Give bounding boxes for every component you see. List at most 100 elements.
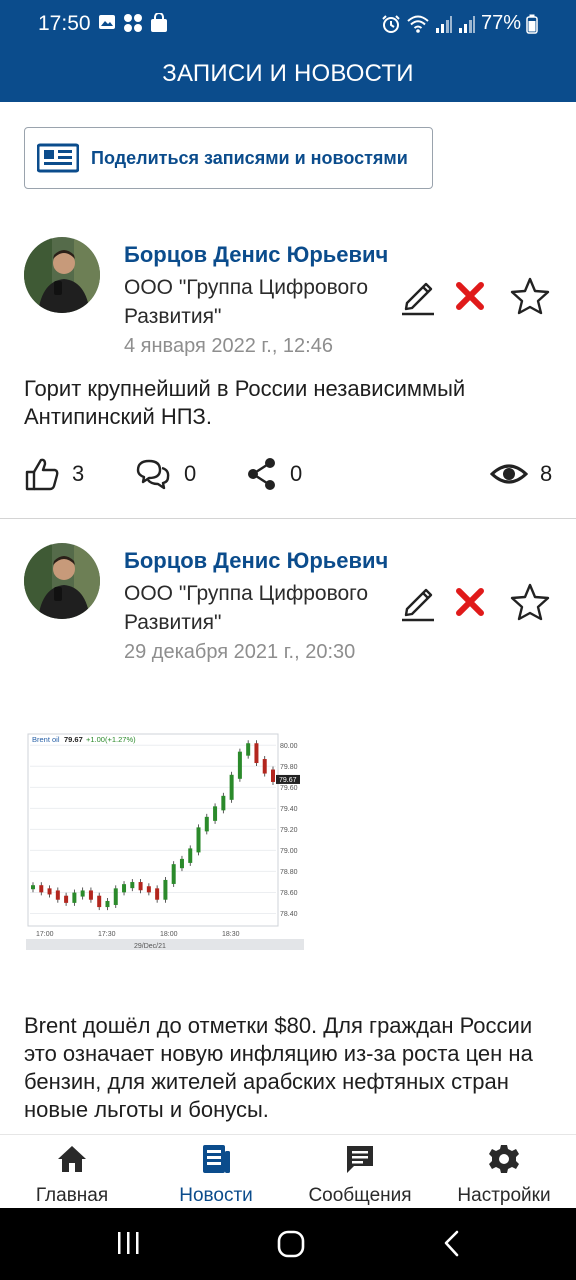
chart-candle	[196, 827, 201, 853]
comments-count: 0	[184, 461, 197, 486]
messages-icon	[347, 1146, 373, 1173]
recent-apps-icon[interactable]	[114, 1229, 144, 1259]
likes-stat[interactable]: 3	[24, 456, 84, 492]
gallery-icon	[99, 15, 115, 29]
chart-x-tick-label: 17:30	[98, 931, 116, 938]
home-button-icon[interactable]	[276, 1229, 306, 1259]
comments-stat[interactable]: 0	[134, 456, 196, 492]
nav-label: Сообщения	[308, 1185, 412, 1206]
like-icon	[25, 458, 59, 491]
battery-icon	[526, 14, 538, 34]
status-time: 17:50	[38, 12, 91, 35]
chart-candle	[262, 759, 267, 774]
post-divider	[0, 518, 576, 519]
chart-candle	[146, 886, 151, 893]
newspaper-icon	[37, 143, 79, 173]
chart-candle	[221, 795, 226, 811]
nav-item-settings[interactable]: Настройки	[432, 1135, 576, 1209]
news-icon	[203, 1145, 230, 1173]
chart-candle	[155, 888, 160, 900]
star-icon[interactable]	[510, 582, 550, 622]
chart-last-value: 79.67	[64, 735, 83, 744]
star-icon[interactable]	[510, 276, 550, 316]
chart-x-tick-label: 18:30	[222, 931, 240, 938]
share-news-button[interactable]: Поделиться записями и новостями	[24, 127, 433, 189]
status-bar: 17:50 77%	[0, 0, 576, 48]
settings-icon	[489, 1145, 519, 1173]
nav-label: Главная	[35, 1185, 109, 1206]
edit-icon[interactable]	[398, 583, 438, 623]
chart-candle	[122, 884, 127, 893]
post-text: Горит крупнейший в России независиммый А…	[24, 376, 466, 429]
chart-y-tick-label: 79.40	[280, 806, 298, 813]
share-news-label: Поделиться записями и новостями	[91, 147, 408, 168]
bag-icon	[151, 13, 167, 32]
chart-y-tick-label: 79.00	[280, 848, 298, 855]
chart-candle	[204, 816, 209, 832]
signal-2-icon	[458, 15, 475, 33]
share-icon	[248, 458, 275, 490]
chart-y-tick-label: 78.60	[280, 890, 298, 897]
delete-icon[interactable]	[450, 276, 490, 316]
chart-title: Brent oil	[32, 735, 60, 744]
chart-x-tick-label: 18:00	[160, 931, 178, 938]
delete-icon[interactable]	[450, 582, 490, 622]
alarm-icon	[382, 14, 400, 33]
comments-icon	[136, 459, 170, 490]
post-author[interactable]: Борцов Денис Юрьевич	[124, 548, 388, 574]
views-count: 8	[540, 461, 553, 486]
chart-y-tick-label: 80.00	[280, 743, 298, 750]
chart-candle	[47, 888, 52, 895]
post-image-chart[interactable]: 79.67 80.00 79.80 79.60 79.40 79.20 79.00 78.8…	[24, 728, 306, 954]
post-author[interactable]: Борцов Денис Юрьевич	[124, 242, 388, 268]
shares-stat[interactable]: 0	[246, 456, 302, 492]
nav-label: Настройки	[457, 1185, 551, 1206]
chart-y-tick-label: 79.20	[280, 827, 298, 834]
wifi-icon	[407, 15, 429, 33]
eye-icon	[490, 464, 528, 484]
chart-candle	[179, 858, 184, 869]
chart-candle	[246, 743, 251, 756]
avatar[interactable]	[24, 237, 100, 313]
likes-count: 3	[72, 461, 85, 486]
chart-candle	[105, 900, 110, 908]
chart-y-tick-label: 79.80	[280, 764, 298, 771]
bottom-navigation: Главная Новости Сообщения Настройки	[0, 1134, 576, 1208]
nav-item-home[interactable]: Главная	[0, 1135, 144, 1209]
nav-item-news[interactable]: Новости	[144, 1135, 288, 1209]
chart-candle	[113, 888, 118, 905]
notification-icons	[98, 13, 168, 33]
edit-icon[interactable]	[398, 277, 438, 317]
post-organization: ООО "Группа Цифрового Развития"	[124, 276, 369, 328]
brent-chart: 79.67 80.00 79.80 79.60 79.40 79.20 79.00 78.8…	[24, 728, 306, 954]
chart-candle	[163, 879, 168, 900]
battery-percent: 77%	[480, 12, 521, 34]
system-status-icons: 77%	[381, 12, 538, 35]
chart-candle	[39, 885, 44, 893]
chart-last-price-label: 79.67	[279, 777, 297, 784]
chart-y-tick-label: 78.80	[280, 869, 298, 876]
post-date: 4 января 2022 г., 12:46	[124, 335, 333, 357]
chart-candle	[138, 882, 143, 891]
chart-candle	[229, 774, 234, 800]
chart-x-tick-label: 17:00	[36, 931, 54, 938]
views-stat: 8	[490, 456, 552, 492]
signal-icon	[435, 15, 452, 33]
nav-item-messages[interactable]: Сообщения	[288, 1135, 432, 1209]
chart-candle	[171, 864, 176, 884]
chart-candle	[88, 890, 93, 900]
chart-change: +1.00(+1.27%)	[86, 735, 136, 744]
chart-candle	[130, 882, 135, 889]
chart-candle	[237, 751, 242, 779]
chart-candle	[271, 769, 275, 782]
chart-candle	[80, 890, 85, 897]
chart-y-ticks: 80.00 79.80 79.60 79.40 79.20 79.00 78.80 78.60…	[280, 743, 298, 918]
avatar[interactable]	[24, 543, 100, 619]
chart-candle	[188, 848, 193, 863]
shares-count: 0	[290, 461, 303, 486]
post-date: 29 декабря 2021 г., 20:30	[124, 641, 356, 663]
chart-y-tick-label: 79.60	[280, 785, 298, 792]
back-icon[interactable]	[438, 1229, 468, 1259]
system-navigation-bar	[0, 1208, 576, 1280]
nav-label: Новости	[179, 1185, 253, 1206]
